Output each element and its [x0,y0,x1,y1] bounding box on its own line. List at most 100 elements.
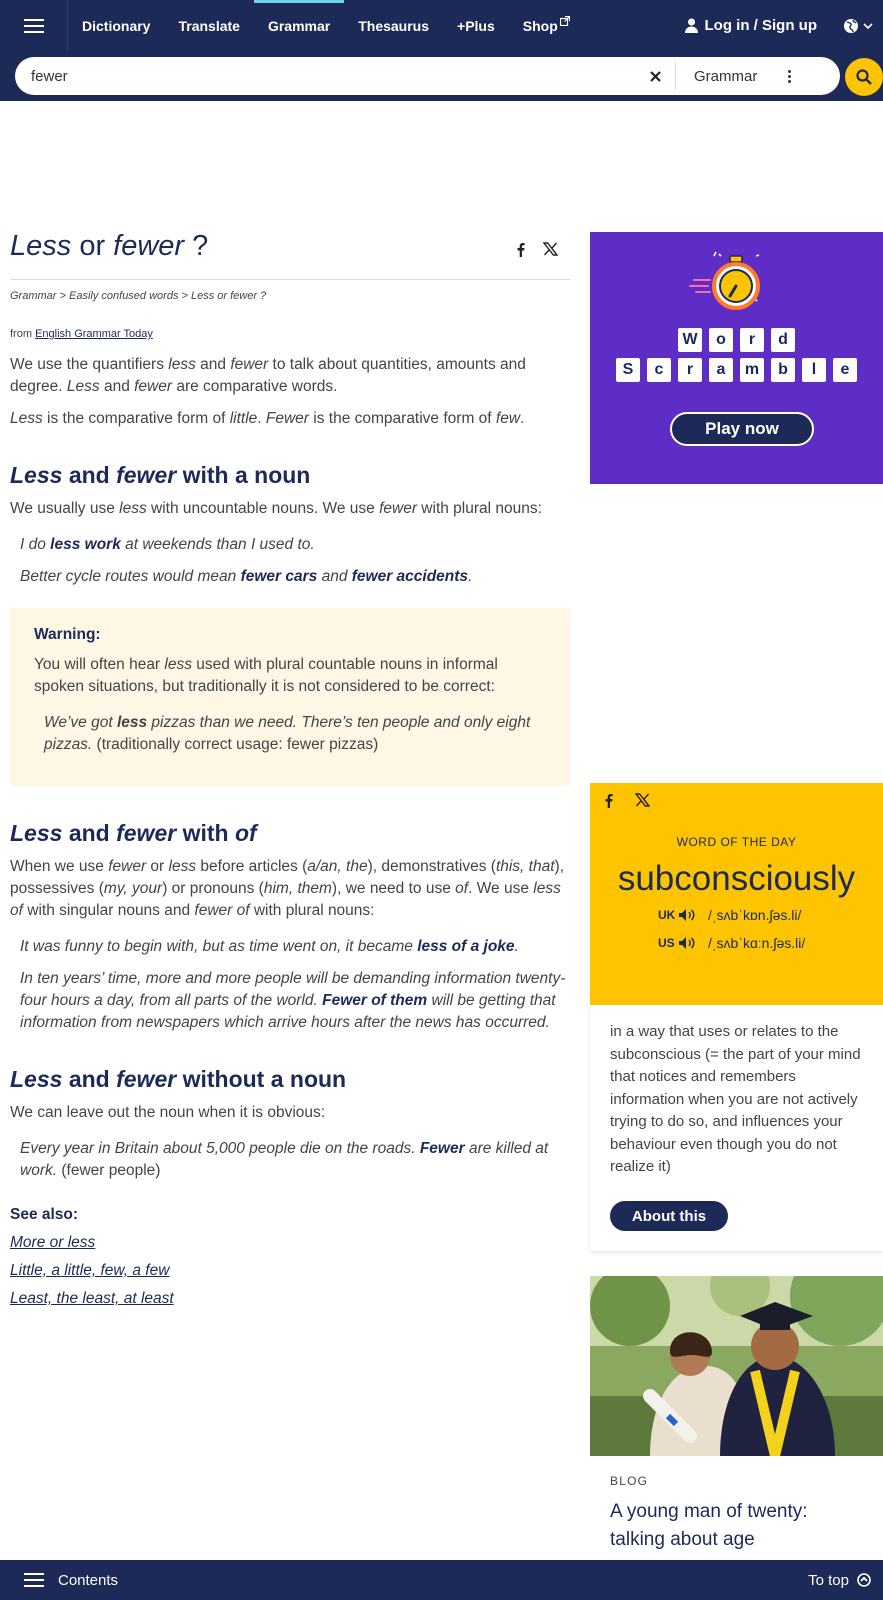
stopwatch-icon [689,251,760,310]
nav-right: Log in / Sign up [684,0,883,51]
about-this-button[interactable]: About this [610,1201,728,1231]
nav-translate-label: Translate [178,17,240,34]
article: Less or fewer ? Grammar > Easily confuse… [10,228,570,1308]
source-link[interactable]: English Grammar Today [35,328,153,340]
example-sentence: It was funny to begin with, but as time … [20,938,519,955]
nav-grammar-label: Grammar [267,17,331,34]
wotd-definition-card: in a way that uses or relates to the sub… [590,1005,883,1251]
see-also-title: See also: [10,1206,79,1223]
play-now-button[interactable]: Play now [670,412,814,446]
nav-links: Dictionary Translate Grammar Thesaurus +… [68,0,584,51]
region-label: US [658,936,675,950]
see-also-link[interactable]: More or less [10,1234,570,1252]
to-top-button[interactable]: To top [808,1572,883,1589]
ipa-text: /ˌsʌbˈkɑːn.ʃəs.li/ [708,935,806,951]
share-icons [516,228,570,257]
speaker-icon[interactable] [678,936,696,950]
region-label: UK [658,908,676,922]
nav-dictionary[interactable]: Dictionary [68,0,164,51]
breadcrumb-current: Less or fewer ? [191,290,267,302]
search-input[interactable] [15,61,635,91]
letter-tile: o [709,328,733,352]
see-also-link[interactable]: Least, the least, at least [10,1290,570,1308]
facebook-icon[interactable] [516,242,525,257]
example-sentence: In ten years’ time, more and more people… [20,970,566,1031]
globe-icon [844,18,858,33]
nav-shop[interactable]: Shop [509,0,584,51]
letter-tile: l [802,358,826,382]
nav-dictionary-label: Dictionary [82,17,151,34]
x-twitter-icon[interactable] [543,242,558,256]
user-icon [684,18,698,33]
nav-grammar[interactable]: Grammar [253,0,345,51]
section-heading-with-of: Less and fewer with of [10,820,257,846]
section-without-noun-text: We can leave out the noun when it is obv… [10,1104,326,1121]
see-also-link[interactable]: Little, a little, few, a few [10,1262,570,1280]
letter-tile: d [771,328,795,352]
clear-search-button[interactable] [635,70,675,82]
login-label: Log in / Sign up [704,17,817,34]
language-selector[interactable] [843,18,883,34]
facebook-icon[interactable] [604,793,613,808]
top-nav: Dictionary Translate Grammar Thesaurus +… [0,0,883,51]
arrow-up-circle-icon [857,1573,871,1587]
blog-kicker: BLOG [610,1474,649,1488]
external-link-icon [559,15,570,26]
nav-translate[interactable]: Translate [164,0,253,51]
warning-text: You will often hear less used with plura… [34,656,498,695]
bottom-bar: Contents To top [0,1560,883,1600]
letter-tile: c [647,358,671,382]
hamburger-icon [23,18,44,33]
ipa-text: /ˌsʌbˈkɒn.ʃəs.li/ [708,907,802,923]
pronunciation-us: US /ˌsʌbˈkɑːn.ʃəs.li/ [658,935,805,951]
nav-thesaurus[interactable]: Thesaurus [344,0,443,51]
nav-plus[interactable]: +Plus [443,0,509,51]
blog-card[interactable]: BLOG A young man of twenty: talking abou… [590,1276,883,1556]
breadcrumb: Grammar > Easily confused words > Less o… [10,290,267,302]
dictionary-select[interactable]: Grammar [676,68,781,85]
x-twitter-icon[interactable] [635,793,650,807]
word-scramble-promo[interactable]: W o r d S c r a m b l e Play now [590,232,883,484]
nav-thesaurus-label: Thesaurus [358,17,430,34]
blog-title[interactable]: A young man of twenty: talking about age [610,1498,867,1554]
chevron-down-icon [863,22,873,29]
close-icon [649,70,661,82]
letter-tile: b [771,358,795,382]
speaker-icon[interactable] [678,908,696,922]
wotd-label: WORD OF THE DAY [676,835,797,849]
nav-plus-label: +Plus [457,17,495,34]
search-button[interactable] [845,58,883,96]
example-sentence: Better cycle routes would mean fewer car… [20,568,473,585]
letter-tile: S [616,358,640,382]
nav-shop-label: Shop [522,17,558,34]
hamburger-icon [24,1573,44,1587]
search-bar: Grammar [0,51,883,101]
example-sentence: Every year in Britain about 5,000 people… [20,1140,549,1179]
breadcrumb-grammar[interactable]: Grammar [10,290,56,302]
wotd-definition: in a way that uses or relates to the sub… [610,1023,861,1175]
letter-tile: r [740,328,764,352]
section-heading-with-noun: Less and fewer with a noun [10,462,311,488]
menu-button[interactable] [0,0,68,51]
intro-paragraph-1: We use the quantifiers less and fewer to… [10,356,526,395]
contents-button[interactable]: Contents [0,1572,118,1589]
breadcrumb-confused-words[interactable]: Easily confused words [69,290,178,302]
wotd-word[interactable]: subconsciously [590,859,883,899]
page-title: Less or fewer ? [10,230,209,262]
example-sentence: I do less work at weekends than I used t… [20,536,315,553]
title-row: Less or fewer ? [10,228,570,280]
to-top-label: To top [808,1571,849,1589]
scramble-row-scramble: S c r a m b l e [590,358,883,382]
login-link[interactable]: Log in / Sign up [684,17,843,34]
contents-label: Contents [58,1571,119,1589]
warning-box: Warning: You will often hear less used w… [10,608,570,786]
pronunciation-uk: UK /ˌsʌbˈkɒn.ʃəs.li/ [658,907,801,923]
scramble-row-word: W o r d [590,328,883,352]
section-with-noun-text: We usually use less with uncountable nou… [10,500,542,517]
letter-tile: a [709,358,733,382]
wotd-share-icons [604,793,650,808]
search-box: Grammar [15,57,840,95]
source-line: from English Grammar Today [10,328,153,340]
warning-title: Warning: [34,626,101,643]
more-options-icon[interactable] [781,69,797,83]
